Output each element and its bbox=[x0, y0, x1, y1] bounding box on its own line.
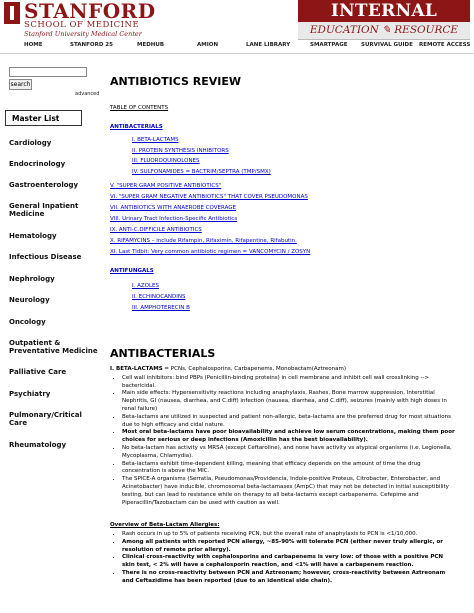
list-item: Beta-lactams are utilized in suspected a… bbox=[122, 414, 455, 430]
list-item: Among all patients with reported PCN all… bbox=[122, 539, 455, 555]
school-name: SCHOOL OF MEDICINE bbox=[24, 20, 140, 30]
sidebar-item-hematology[interactable]: Hematology bbox=[9, 232, 97, 240]
advanced-search-link[interactable]: advanced bbox=[75, 91, 99, 97]
sidebar-item-gastroenterology[interactable]: Gastroenterology bbox=[9, 181, 97, 189]
sidebar-item-oncology[interactable]: Oncology bbox=[9, 318, 97, 326]
main-content: ANTIBIOTICS REVIEW TABLE OF CONTENTS ANT… bbox=[110, 54, 470, 613]
search-input[interactable] bbox=[9, 67, 87, 77]
toc-last-tidbit-link[interactable]: XI. Last Tidbit: Very common antibiotic … bbox=[110, 249, 310, 255]
sidebar-item-infectious-disease[interactable]: Infectious Disease bbox=[9, 253, 97, 261]
list-item: Main side effects: Hypersensitivity reac… bbox=[122, 390, 455, 413]
stanford-tree-icon bbox=[4, 2, 20, 24]
toc-rifamycins-link[interactable]: X. RIFAMYCINS – include Rifampin, Rifaxi… bbox=[110, 238, 297, 244]
toc-protein-synthesis-link[interactable]: II. PROTEIN SYNTHESIS INHIBITORS bbox=[132, 148, 229, 154]
toc-sulfonamides-link[interactable]: IV. SULFONAMIDES = BACTRIM/SEPTRA (TMP/S… bbox=[132, 169, 271, 175]
toc-super-gram-positive-link[interactable]: V. "SUPER GRAM POSITIVE ANTIBIOTICS" bbox=[110, 183, 221, 189]
top-nav: HOME STANFORD 25 MEDHUB AMION LANE LIBRA… bbox=[0, 41, 474, 54]
sidebar-item-neurology[interactable]: Neurology bbox=[9, 296, 97, 304]
list-item: Beta-lactams exhibit time-dependent kill… bbox=[122, 461, 455, 477]
sidebar-item-nephrology[interactable]: Nephrology bbox=[9, 275, 97, 283]
nav-medhub[interactable]: MEDHUB bbox=[137, 42, 164, 48]
nav-survival-guide[interactable]: SURVIVAL GUIDE bbox=[361, 42, 413, 48]
nav-smartpage[interactable]: SMARTPAGE bbox=[310, 42, 348, 48]
list-item: There is no cross-reactivity between PCN… bbox=[122, 570, 455, 586]
allergy-section: Rash occurs in up to 5% of patients rece… bbox=[110, 531, 455, 586]
toc-echinocandins-link[interactable]: II. ECHINOCANDINS bbox=[132, 294, 185, 300]
sidebar-item-psychiatry[interactable]: Psychiatry bbox=[9, 390, 97, 398]
toc-anti-cdiff-link[interactable]: IX. ANTI-C.DIFFICILE ANTIBIOTICS bbox=[110, 227, 202, 233]
banner-title: INTERNAL MEDICINE bbox=[298, 0, 470, 43]
toc-beta-lactams-link[interactable]: I. BETA-LACTAMS bbox=[132, 137, 179, 143]
beta-lactams-section: I. BETA-LACTAMS = PCNs, Cephalosporins, … bbox=[110, 366, 455, 507]
toc-uti-link[interactable]: VIII. Urinary Tract Infection-Specific A… bbox=[110, 216, 237, 222]
list-item: The SPICE-A organisms (Serratia, Pseudom… bbox=[122, 476, 455, 507]
toc-fluoroquinolones-link[interactable]: III. FLUOROQUINOLONES bbox=[132, 158, 200, 164]
internal-medicine-banner[interactable]: INTERNAL MEDICINE EDUCATION ✎ RESOURCE bbox=[298, 0, 470, 43]
toc-anaerobe-link[interactable]: VII. ANTIBIOTICS WITH ANAEROBE COVERAGE bbox=[110, 205, 236, 211]
list-item: Rash occurs in up to 5% of patients rece… bbox=[122, 531, 455, 539]
nav-remote-access[interactable]: REMOTE ACCESS bbox=[419, 42, 470, 48]
section-title-antibacterials: ANTIBACTERIALS bbox=[110, 347, 216, 360]
list-item: Cell wall inhibitors: bind PBPs (Penicil… bbox=[122, 375, 455, 391]
banner-subtitle: EDUCATION ✎ RESOURCE bbox=[298, 22, 470, 40]
nav-lane-library[interactable]: LANE LIBRARY bbox=[246, 42, 290, 48]
list-item: Clinical cross-reactivity with cephalosp… bbox=[122, 554, 455, 570]
nav-amion[interactable]: AMION bbox=[197, 42, 218, 48]
list-item: Most oral beta-lactams have poor bioavai… bbox=[122, 429, 455, 445]
toc-label: TABLE OF CONTENTS bbox=[110, 105, 169, 111]
toc-amphotericin-link[interactable]: III. AMPHOTERECIN B bbox=[132, 305, 190, 311]
nav-home[interactable]: HOME bbox=[24, 42, 43, 48]
sidebar-item-endocrinology[interactable]: Endocrinology bbox=[9, 160, 97, 168]
search-button[interactable]: search bbox=[9, 79, 32, 90]
list-item: No beta-lactam has activity vs MRSA (exc… bbox=[122, 445, 455, 461]
toc-azoles-link[interactable]: I. AZOLES bbox=[132, 283, 159, 289]
toc-antifungals-link[interactable]: ANTIFUNGALS bbox=[110, 268, 154, 274]
site-header: STANFORD SCHOOL OF MEDICINE Stanford Uni… bbox=[0, 0, 474, 43]
toc-super-gram-negative-link[interactable]: VI. "SUPER GRAM NEGATIVE ANTIBIOTICS" TH… bbox=[110, 194, 308, 200]
page-title: ANTIBIOTICS REVIEW bbox=[110, 75, 242, 88]
sidebar: search advanced Master List Cardiology E… bbox=[0, 54, 100, 613]
stanford-wordmark: STANFORD bbox=[24, 0, 156, 23]
sidebar-item-general-inpatient[interactable]: General Inpatient Medicine bbox=[9, 202, 84, 218]
sidebar-item-pulmonary[interactable]: Pulmonary/Critical Care bbox=[9, 411, 89, 427]
nav-stanford25[interactable]: STANFORD 25 bbox=[70, 42, 113, 48]
master-list-button[interactable]: Master List bbox=[5, 110, 82, 126]
stanford-logo[interactable]: STANFORD SCHOOL OF MEDICINE Stanford Uni… bbox=[4, 0, 156, 41]
sidebar-item-palliative-care[interactable]: Palliative Care bbox=[9, 368, 97, 376]
sidebar-item-rheumatology[interactable]: Rheumatology bbox=[9, 441, 97, 449]
beta-lactams-heading: I. BETA-LACTAMS = PCNs, Cephalosporins, … bbox=[110, 366, 346, 372]
toc-antibacterials-link[interactable]: ANTIBACTERIALS bbox=[110, 124, 163, 130]
allergy-heading: Overview of Beta-Lactam Allergies: bbox=[110, 522, 220, 528]
medical-center-name: Stanford University Medical Center bbox=[24, 30, 142, 38]
sidebar-item-cardiology[interactable]: Cardiology bbox=[9, 139, 97, 147]
sidebar-item-outpatient[interactable]: Outpatient & Preventative Medicine bbox=[9, 339, 99, 355]
